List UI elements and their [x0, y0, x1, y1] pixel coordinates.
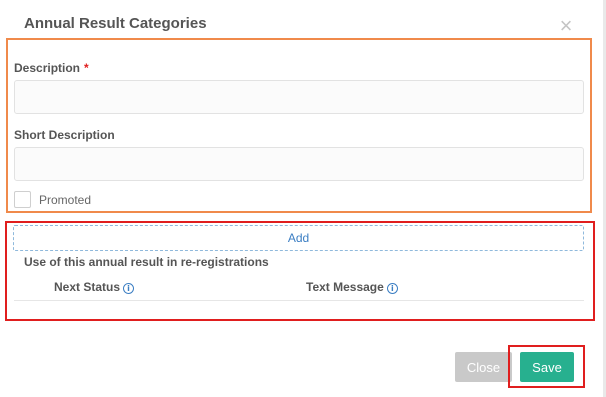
info-icon[interactable]: i [123, 283, 135, 294]
table-divider [14, 300, 584, 301]
annual-result-categories-modal: Annual Result Categories × Description * … [0, 0, 606, 397]
add-button[interactable]: Add [13, 225, 584, 251]
text-message-label: Text Message [306, 280, 384, 294]
description-label: Description * [14, 61, 89, 75]
info-icon[interactable]: i [386, 283, 398, 294]
short-description-label: Short Description [14, 128, 115, 142]
description-input[interactable] [14, 80, 584, 114]
column-header-next-status: Next Status i [54, 280, 135, 294]
promoted-label: Promoted [39, 193, 92, 207]
close-button[interactable]: Close [455, 352, 512, 382]
save-button[interactable]: Save [520, 352, 574, 382]
close-x-icon[interactable]: × [556, 15, 576, 37]
short-description-input[interactable] [14, 147, 584, 181]
modal-title: Annual Result Categories [24, 15, 207, 32]
description-label-text: Description [14, 61, 81, 75]
column-header-text-message: Text Message i [306, 280, 398, 294]
required-mark: * [84, 61, 89, 75]
form-highlight-frame [6, 38, 592, 213]
reregistration-title: Use of this annual result in re-registra… [24, 255, 269, 269]
next-status-label: Next Status [54, 280, 121, 294]
promoted-checkbox[interactable] [14, 191, 31, 208]
